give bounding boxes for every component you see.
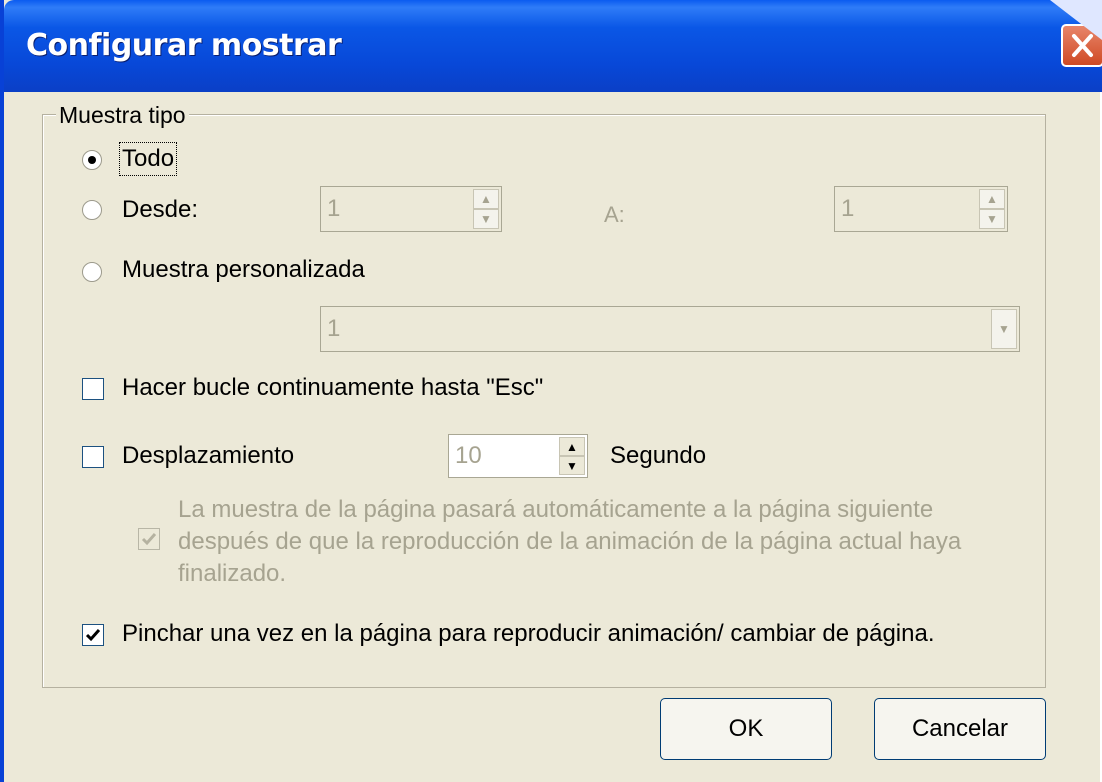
- checkmark-icon: [85, 629, 101, 642]
- to-value: 1: [841, 195, 855, 222]
- scroll-checkbox[interactable]: [82, 446, 104, 468]
- auto-advance-line2: después de que la reproducción de la ani…: [178, 528, 962, 555]
- radio-all[interactable]: [82, 150, 102, 170]
- click-advance-checkbox[interactable]: [82, 624, 104, 646]
- interval-value: 10: [455, 442, 482, 469]
- auto-advance-line3: finalizado.: [178, 560, 287, 587]
- custom-show-dropdown[interactable]: 1 ▼: [320, 306, 1020, 352]
- spin-up-icon[interactable]: ▲: [979, 189, 1005, 209]
- scroll-label[interactable]: Desplazamiento: [122, 442, 294, 470]
- auto-advance-checkbox: [138, 528, 160, 550]
- background-stripe: [1050, 0, 1102, 40]
- from-spinbox[interactable]: 1 ▲ ▼: [320, 186, 502, 232]
- radio-from-label[interactable]: Desde:: [122, 196, 198, 224]
- configure-show-dialog: Configurar mostrar Muestra tipo Todo Des…: [0, 0, 1102, 782]
- click-advance-label[interactable]: Pinchar una vez en la página para reprod…: [122, 620, 935, 648]
- show-type-legend: Muestra tipo: [56, 102, 189, 129]
- checkmark-icon: [141, 533, 157, 546]
- dropdown-arrow-button[interactable]: ▼: [991, 309, 1017, 349]
- spin-down-icon[interactable]: ▼: [473, 209, 499, 229]
- custom-show-value: 1: [327, 315, 341, 342]
- chevron-down-icon[interactable]: ▼: [991, 309, 1017, 349]
- auto-advance-line1: La muestra de la página pasará automátic…: [178, 496, 934, 523]
- to-spinner[interactable]: ▲ ▼: [979, 189, 1005, 229]
- from-spinner[interactable]: ▲ ▼: [473, 189, 499, 229]
- to-label: A:: [604, 202, 625, 227]
- radio-custom-label[interactable]: Muestra personalizada: [122, 256, 365, 284]
- dialog-title: Configurar mostrar: [26, 28, 342, 63]
- radio-custom[interactable]: [82, 262, 102, 282]
- loop-label[interactable]: Hacer bucle continuamente hasta "Esc": [122, 374, 543, 402]
- cancel-button[interactable]: Cancelar: [874, 698, 1046, 760]
- interval-spinbox[interactable]: 10 ▲ ▼: [448, 434, 588, 478]
- title-bar[interactable]: Configurar mostrar: [4, 0, 1102, 92]
- loop-checkbox[interactable]: [82, 378, 104, 400]
- radio-selected-dot: [88, 156, 96, 164]
- ok-button[interactable]: OK: [660, 698, 832, 760]
- spin-up-icon[interactable]: ▲: [473, 189, 499, 209]
- radio-all-label[interactable]: Todo: [118, 142, 178, 176]
- interval-spinner[interactable]: ▲ ▼: [559, 437, 585, 475]
- from-value: 1: [327, 195, 341, 222]
- spin-up-icon[interactable]: ▲: [559, 437, 585, 456]
- radio-from[interactable]: [82, 200, 102, 220]
- to-spinbox[interactable]: 1 ▲ ▼: [834, 186, 1008, 232]
- seconds-label: Segundo: [610, 442, 707, 469]
- spin-down-icon[interactable]: ▼: [559, 456, 585, 475]
- spin-down-icon[interactable]: ▼: [979, 209, 1005, 229]
